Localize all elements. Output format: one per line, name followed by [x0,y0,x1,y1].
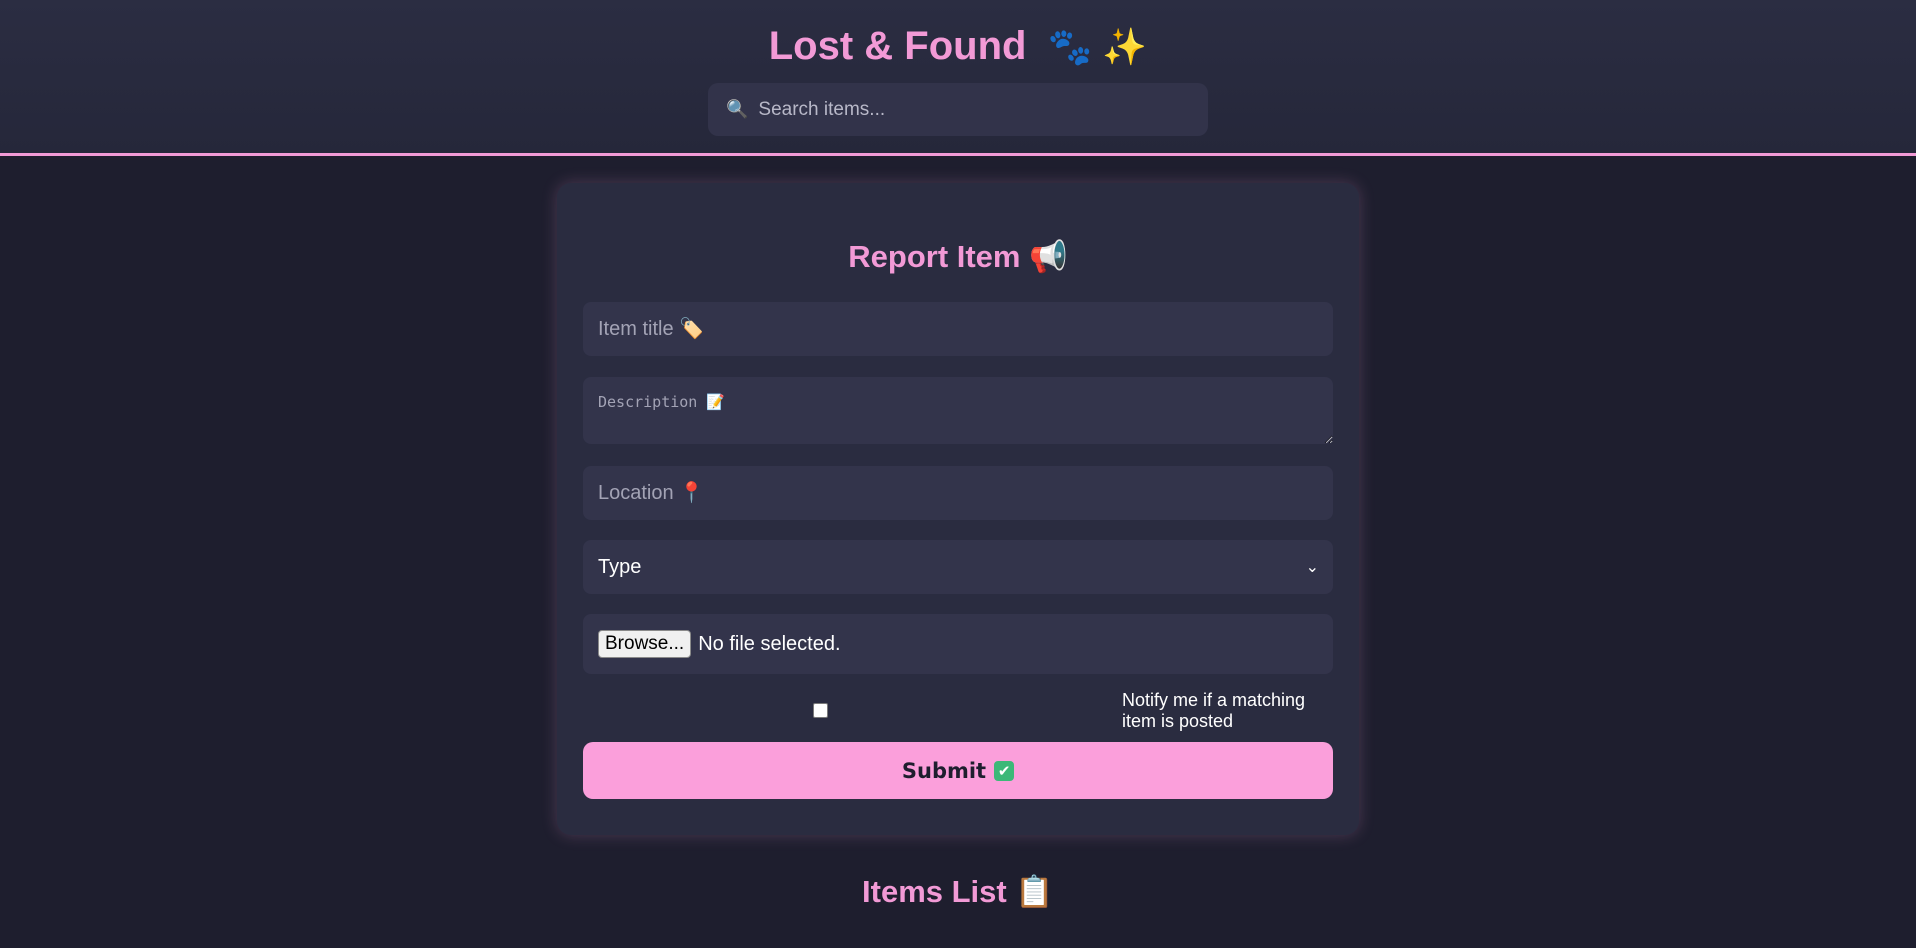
notify-label: Notify me if a matching item is posted [1122,690,1306,731]
submit-button[interactable]: Submit ✔ [583,742,1333,799]
app-title-text: Lost & Found [768,24,1027,68]
app-title: Lost & Found 🐾 ✨ [0,24,1916,69]
item-title-input[interactable] [583,302,1333,356]
description-textarea[interactable] [583,377,1333,444]
clipboard-icon: 📋 [1015,874,1054,909]
file-upload[interactable]: Browse... No file selected. [583,614,1333,674]
items-list-title-text: Items List [862,874,1007,909]
notify-checkbox[interactable] [813,703,828,718]
report-item-title-text: Report Item [848,239,1021,274]
search-input[interactable] [758,98,1199,121]
search-bar[interactable]: 🔍 [708,83,1208,136]
megaphone-icon: 📢 [1029,239,1068,274]
location-input[interactable] [583,466,1333,520]
app-header: Lost & Found 🐾 ✨ 🔍 [0,0,1916,156]
checkmark-icon: ✔ [994,760,1015,781]
search-icon: 🔍 [726,99,749,119]
browse-button[interactable]: Browse... [598,630,692,658]
type-select-value: Type [598,555,642,578]
type-select[interactable]: Type ⌄ [583,540,1333,594]
submit-label: Submit [901,758,987,783]
chevron-down-icon: ⌄ [1305,559,1319,576]
report-item-card: Report Item 📢 Type ⌄ Browse... No file s… [557,183,1359,835]
paw-sparkles-icon: 🐾 ✨ [1047,26,1148,67]
file-status: No file selected. [698,632,841,655]
items-list-title: Items List 📋 [0,873,1916,910]
report-item-title: Report Item 📢 [557,238,1359,275]
